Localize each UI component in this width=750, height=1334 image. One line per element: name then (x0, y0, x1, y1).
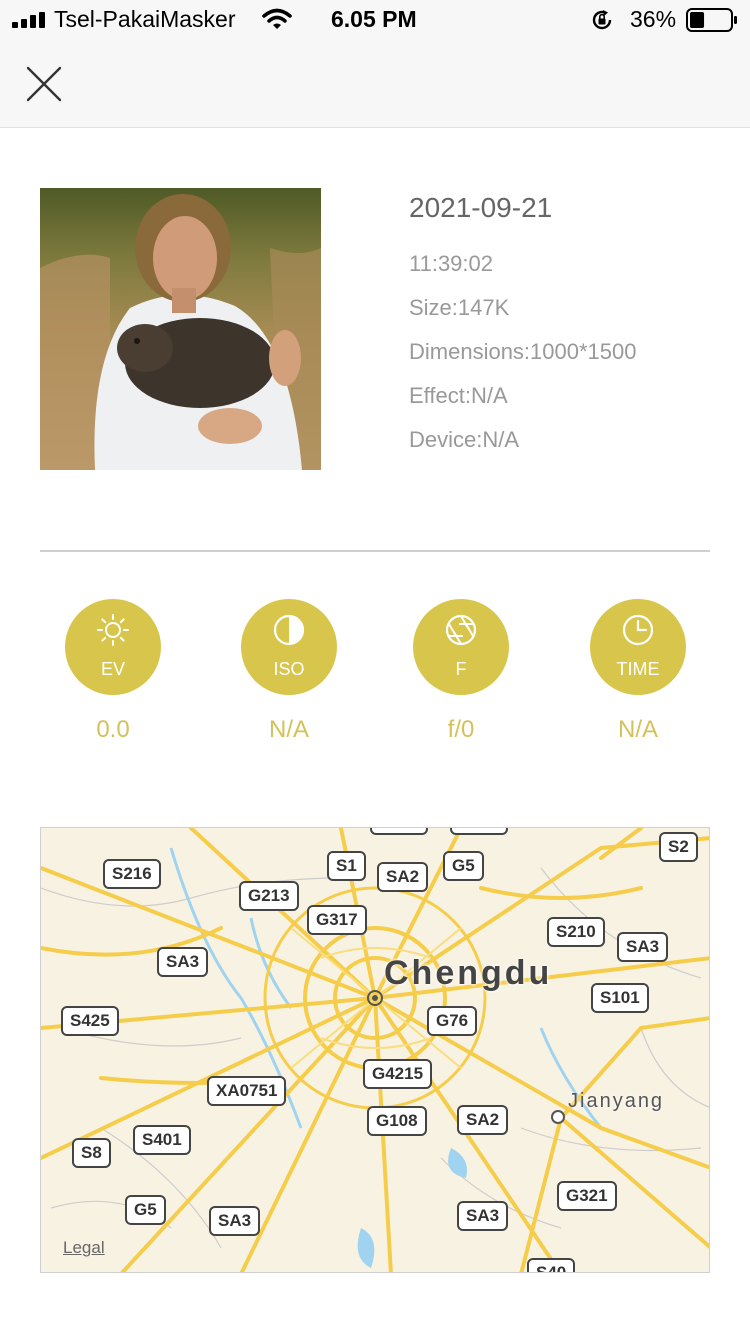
road-shield: S216 (103, 859, 161, 889)
road-shield: SA3 (457, 1201, 509, 1231)
photo-device: Device:N/A (409, 427, 520, 452)
road-shield: G5 (125, 1195, 166, 1225)
map-town-label: Jianyang (568, 1090, 665, 1112)
photo-thumbnail[interactable] (40, 188, 321, 470)
road-shield: G76 (427, 1006, 478, 1036)
status-bar: Tsel-PakaiMasker 6.05 PM 36% (0, 0, 750, 40)
road-shield: SA3 (157, 947, 209, 977)
road-shield: S40 (527, 1258, 576, 1272)
road-shield: XA0751 (207, 1076, 287, 1106)
rotation-lock-icon (592, 10, 612, 30)
iso-badge: ISO (241, 599, 337, 695)
aperture-icon (445, 614, 477, 646)
road-shield: S2 (659, 832, 698, 862)
iso-label: ISO (273, 659, 305, 679)
nav-bar (0, 40, 750, 128)
road-shield: SA2 (377, 862, 429, 892)
divider (40, 550, 710, 552)
time-label: TIME (616, 659, 660, 679)
road-shield: G317 (307, 905, 367, 935)
photo-dimensions: Dimensions:1000*1500 (409, 339, 637, 364)
iso-value: N/A (268, 716, 309, 743)
f-badge: F (413, 599, 509, 695)
clock-icon (622, 614, 654, 646)
photo-time: 11:39:02 (409, 251, 494, 276)
contrast-icon (273, 614, 305, 646)
photo-size: Size:147K (409, 295, 510, 320)
road-shield: SA3 (209, 1206, 261, 1236)
ev-value: 0.0 (96, 716, 130, 743)
map-city-label: Chengdu (384, 954, 553, 992)
road-shield: S425 (61, 1006, 119, 1036)
f-value: f/0 (447, 716, 475, 743)
location-map[interactable]: Chengdu Jianyang S216 G213 S1 SA2 G5 S2 … (40, 827, 710, 1273)
map-legal-link[interactable]: Legal (63, 1238, 105, 1258)
road-shield: G108 (367, 1106, 427, 1136)
road-shield: G321 (557, 1181, 617, 1211)
road-shield: S1 (327, 851, 366, 881)
sun-icon (97, 614, 129, 646)
road-shield: G213 (239, 881, 299, 911)
ev-badge: EV (65, 599, 161, 695)
road-shield: S101 (591, 983, 649, 1013)
close-icon[interactable] (24, 64, 64, 104)
road-shield: S401 (133, 1125, 191, 1155)
battery-percent: 36% (630, 6, 677, 32)
time-value: N/A (617, 716, 658, 743)
ev-label: EV (100, 659, 125, 679)
carrier-name: Tsel-PakaiMasker (54, 6, 236, 32)
road-shield: S8 (72, 1138, 111, 1168)
road-shield: SA3 (617, 932, 669, 962)
time-badge: TIME (590, 599, 686, 695)
photo-effect: Effect:N/A (409, 383, 508, 408)
photo-date: 2021-09-21 (409, 192, 553, 223)
battery-icon (686, 8, 737, 32)
road-shield: G5 (443, 851, 484, 881)
f-label: F (455, 659, 467, 679)
status-time: 6.05 PM (331, 6, 417, 32)
signal-icon (12, 12, 45, 28)
road-shield: S210 (547, 917, 605, 947)
road-shield: SA2 (457, 1105, 509, 1135)
wifi-icon (262, 8, 292, 29)
road-shield: G4215 (363, 1059, 433, 1089)
